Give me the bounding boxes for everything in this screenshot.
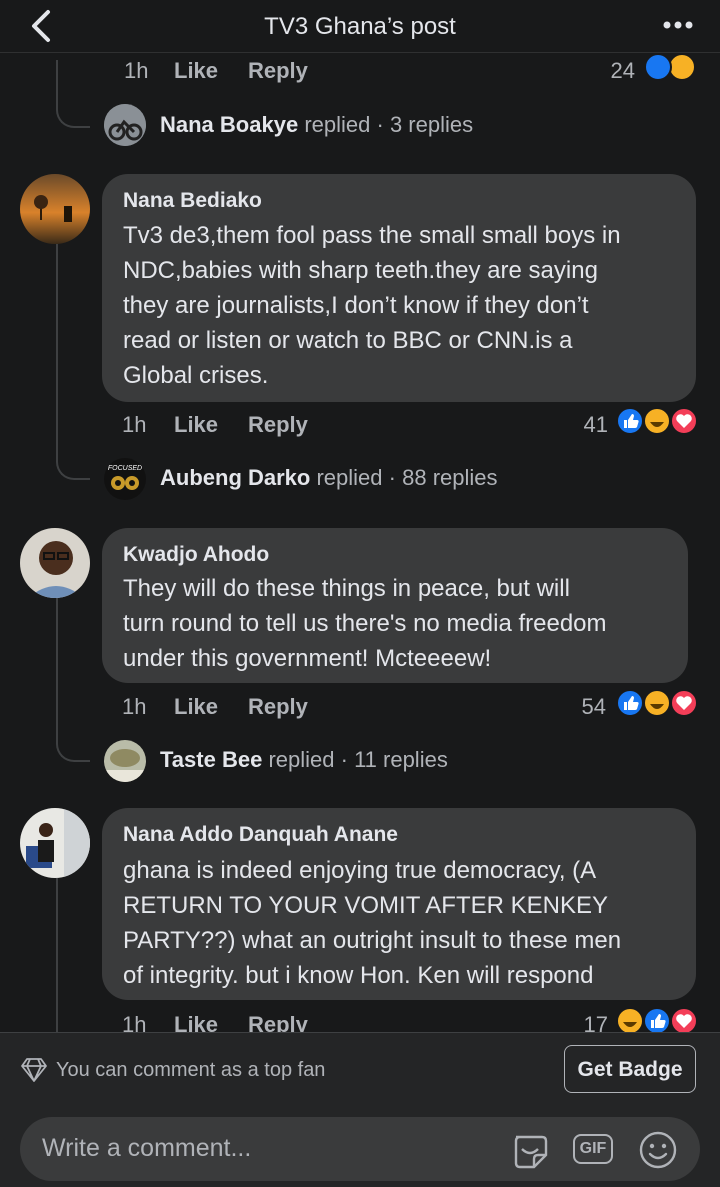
reply-button[interactable]: Reply — [248, 412, 308, 438]
reaction-count: 54 — [581, 694, 606, 719]
sunset-photo-icon — [20, 174, 90, 244]
page-title: TV3 Ghana’s post — [264, 13, 456, 40]
avatar-logo-text: FOCUSED — [108, 465, 142, 472]
gif-button[interactable]: GIF — [573, 1134, 613, 1164]
thread-line — [56, 244, 58, 439]
thread-connector — [56, 430, 90, 480]
person-photo-icon — [20, 528, 90, 598]
avatar[interactable] — [104, 104, 146, 146]
comment-author[interactable]: Nana Bediako — [123, 189, 262, 213]
avatar[interactable] — [20, 174, 90, 244]
comment-footer: You can comment as a top fan Get Badge W… — [0, 1032, 720, 1187]
like-button[interactable]: Like — [174, 412, 218, 438]
reply-count: 11 replies — [354, 747, 448, 772]
motorcycle-photo-icon — [104, 104, 146, 146]
comment-time: 1h — [122, 694, 147, 719]
avatar[interactable] — [104, 740, 146, 782]
comment-bubble[interactable]: Kwadjo Ahodo They will do these things i… — [102, 528, 688, 683]
reaction-icons[interactable] — [614, 688, 704, 718]
reply-summary[interactable]: Aubeng Darko replied · 88 replies — [160, 465, 498, 491]
separator: · — [388, 465, 396, 490]
reply-button[interactable]: Reply — [248, 58, 308, 84]
thread-line — [56, 878, 58, 1032]
reply-author: Taste Bee — [160, 747, 263, 772]
reaction-icons[interactable] — [614, 406, 704, 436]
person-photo-icon — [20, 808, 90, 878]
reply-verb: replied — [316, 465, 383, 490]
comment-author[interactable]: Nana Addo Danquah Anane — [123, 823, 398, 847]
comment-time: 1h — [124, 58, 149, 83]
reaction-count: 24 — [610, 58, 635, 83]
reply-summary[interactable]: Taste Bee replied · 11 replies — [160, 747, 448, 773]
top-bar: TV3 Ghana’s post — [0, 0, 720, 53]
reaction-icons[interactable] — [638, 52, 702, 82]
comment-time: 1h — [122, 412, 147, 437]
thread-connector — [56, 60, 90, 128]
sticker-icon[interactable] — [510, 1131, 552, 1169]
comment-input-placeholder: Write a comment... — [42, 1134, 252, 1162]
thread-line — [56, 598, 58, 720]
reply-verb: replied — [304, 112, 371, 137]
thread-connector — [56, 712, 90, 762]
avatar[interactable] — [20, 808, 90, 878]
like-button[interactable]: Like — [174, 58, 218, 84]
separator: · — [376, 112, 384, 137]
top-fan-notice: You can comment as a top fan — [56, 1059, 326, 1081]
reaction-count: 41 — [583, 412, 608, 437]
avatar[interactable] — [20, 528, 90, 598]
reply-count: 88 replies — [402, 465, 498, 490]
comment-input[interactable]: Write a comment... GIF — [20, 1117, 700, 1181]
reply-button[interactable]: Reply — [248, 694, 308, 720]
food-photo-icon — [104, 740, 146, 782]
reply-count: 3 replies — [389, 112, 474, 137]
reply-summary[interactable]: Nana Boakye replied · 3 replies — [160, 112, 473, 138]
more-options-icon[interactable] — [662, 13, 694, 37]
separator: · — [340, 747, 348, 772]
comment-bubble[interactable]: Nana Addo Danquah Anane ghana is indeed … — [102, 808, 696, 1000]
comment-text: Tv3 de3,them fool pass the small small b… — [123, 222, 621, 389]
comment-bubble[interactable]: Nana Bediako Tv3 de3,them fool pass the … — [102, 174, 696, 402]
diamond-badge-icon — [21, 1058, 47, 1082]
comment-author[interactable]: Kwadjo Ahodo — [123, 543, 269, 567]
comment-text: ghana is indeed enjoying true democracy,… — [123, 857, 622, 989]
avatar[interactable]: FOCUSED — [104, 458, 146, 500]
owl-logo-icon: FOCUSED — [104, 458, 146, 500]
reply-author: Nana Boakye — [160, 112, 299, 137]
reply-author: Aubeng Darko — [160, 465, 311, 490]
reply-verb: replied — [268, 747, 335, 772]
like-button[interactable]: Like — [174, 694, 218, 720]
emoji-icon[interactable] — [638, 1130, 678, 1170]
get-badge-button[interactable]: Get Badge — [564, 1045, 696, 1093]
comment-text: They will do these things in peace, but … — [123, 575, 607, 672]
